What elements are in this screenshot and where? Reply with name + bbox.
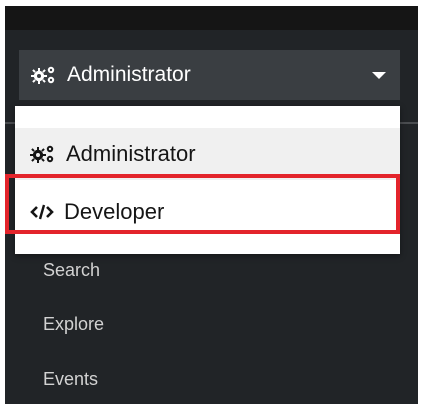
menu-item-developer[interactable]: Developer — [15, 186, 400, 238]
nav-item-explore[interactable]: Explore — [43, 314, 104, 335]
nav-item-events[interactable]: Events — [43, 369, 98, 390]
perspective-switcher-toggle[interactable]: Administrator — [19, 50, 400, 100]
nav-item-search[interactable]: Search — [43, 260, 100, 281]
menu-item-administrator[interactable]: Administrator — [15, 128, 400, 180]
menu-item-label: Administrator — [66, 141, 196, 166]
perspective-switcher-label: Administrator — [67, 63, 191, 86]
perspective-menu: Administrator Developer — [15, 106, 400, 254]
code-icon — [30, 202, 54, 222]
masthead-strip — [5, 6, 418, 30]
cogs-icon — [30, 144, 56, 164]
sidebar: Administrator Administrator Developer Se… — [5, 6, 418, 404]
cogs-icon — [31, 65, 57, 85]
caret-down-icon — [372, 72, 386, 79]
menu-item-label: Developer — [64, 199, 165, 224]
